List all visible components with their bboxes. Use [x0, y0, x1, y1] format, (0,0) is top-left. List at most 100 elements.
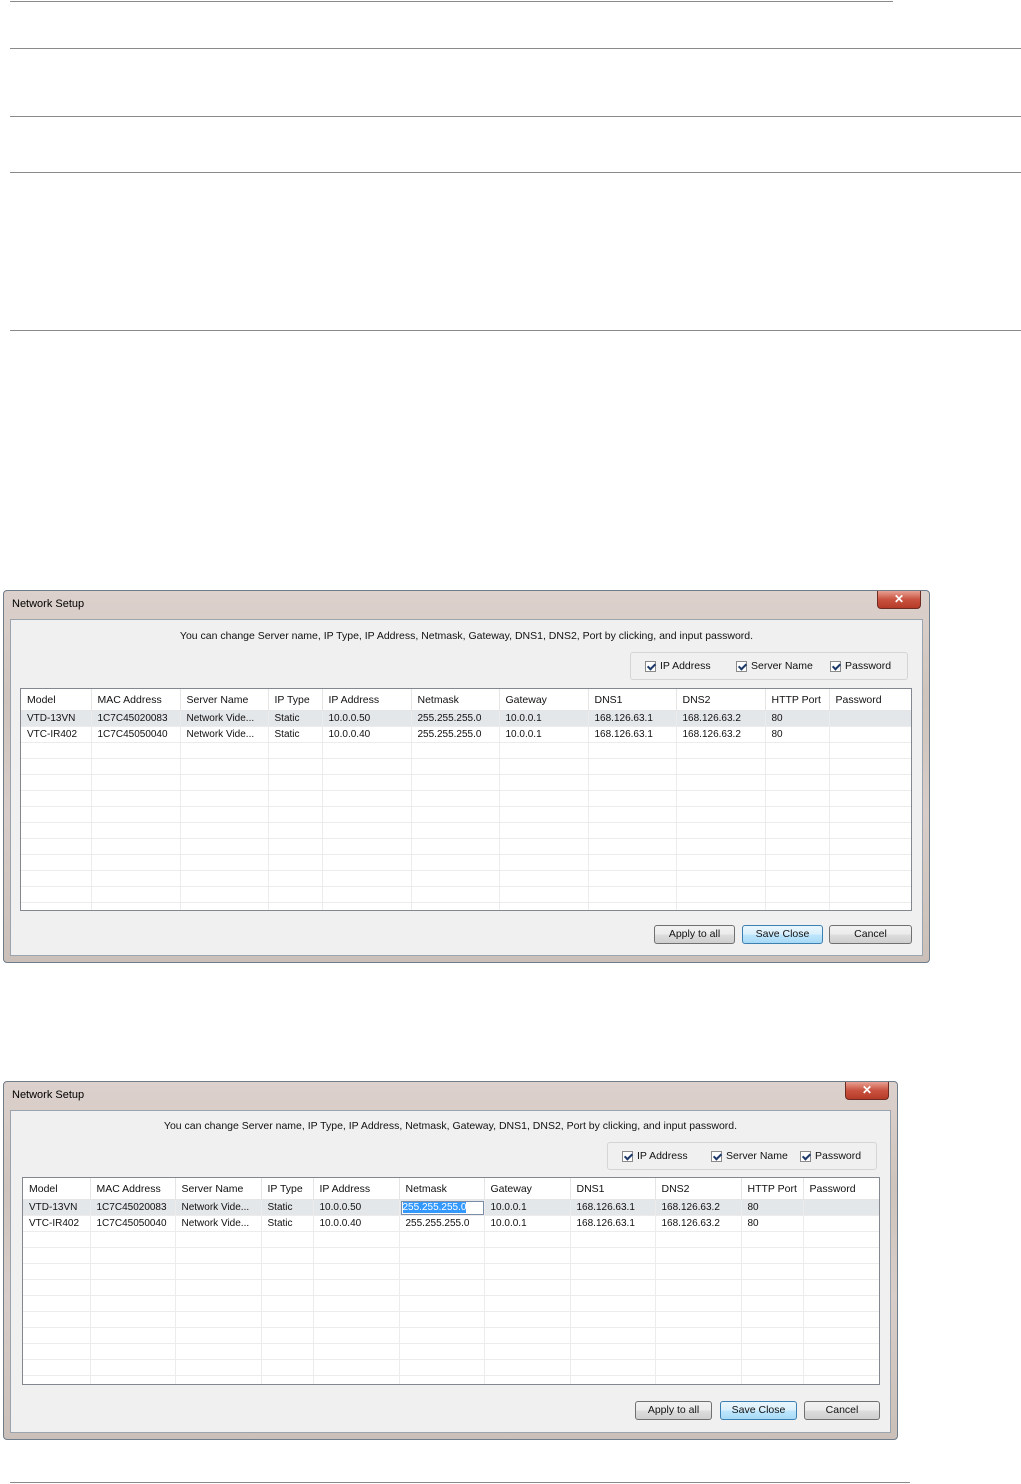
empty-cell: [90, 1247, 176, 1264]
cell-mac[interactable]: 1C7C45050040: [90, 1215, 176, 1232]
col-password[interactable]: Password: [803, 1178, 879, 1200]
cell-ip-type[interactable]: Static: [261, 1199, 314, 1216]
checkbox-password[interactable]: [800, 1150, 811, 1162]
cell-ip-address[interactable]: 10.0.0.50: [313, 1199, 400, 1216]
option-ip-address[interactable]: IP Address: [645, 660, 711, 672]
empty-cell: [411, 902, 500, 910]
cell-gateway[interactable]: 10.0.0.1: [499, 726, 589, 743]
cancel-button[interactable]: Cancel: [829, 925, 912, 944]
cell-model[interactable]: VTD-13VN: [21, 710, 92, 727]
cell-http-port[interactable]: 80: [741, 1199, 804, 1216]
col-http-port[interactable]: HTTP Port: [765, 689, 830, 711]
cell-dns1[interactable]: 168.126.63.1: [570, 1199, 656, 1216]
col-dns1[interactable]: DNS1: [570, 1178, 656, 1200]
option-server-name[interactable]: Server Name: [711, 1150, 788, 1162]
col-dns2[interactable]: DNS2: [676, 689, 766, 711]
col-http-port[interactable]: HTTP Port: [741, 1178, 804, 1200]
cell-ip-address[interactable]: 10.0.0.40: [322, 726, 412, 743]
cell-mac[interactable]: 1C7C45020083: [90, 1199, 176, 1216]
cell-gateway[interactable]: 10.0.0.1: [484, 1215, 571, 1232]
table-row[interactable]: VTC-IR402 1C7C45050040 Network Vide... S…: [21, 726, 911, 743]
cell-server-name[interactable]: Network Vide...: [175, 1215, 262, 1232]
cell-dns2[interactable]: 168.126.63.2: [676, 710, 766, 727]
cell-netmask[interactable]: 255.255.255.0: [399, 1215, 485, 1232]
cell-netmask[interactable]: 255.255.255.0: [411, 710, 500, 727]
cell-http-port[interactable]: 80: [765, 726, 830, 743]
cell-password[interactable]: [803, 1199, 879, 1216]
col-server-name[interactable]: Server Name: [175, 1178, 262, 1200]
checkbox-server-name[interactable]: [711, 1150, 722, 1162]
cell-dns2[interactable]: 168.126.63.2: [676, 726, 766, 743]
col-dns1[interactable]: DNS1: [588, 689, 677, 711]
col-ip-type[interactable]: IP Type: [261, 1178, 314, 1200]
cell-gateway[interactable]: 10.0.0.1: [484, 1199, 571, 1216]
col-gateway[interactable]: Gateway: [484, 1178, 571, 1200]
instruction-text: You can change Server name, IP Type, IP …: [163, 1120, 738, 1132]
checkbox-ip-address[interactable]: [622, 1150, 633, 1162]
col-ip-type[interactable]: IP Type: [268, 689, 323, 711]
cell-ip-type[interactable]: Static: [268, 710, 323, 727]
cell-password[interactable]: [829, 726, 911, 743]
empty-cell: [588, 838, 677, 855]
col-password[interactable]: Password: [829, 689, 911, 711]
col-model[interactable]: Model: [21, 689, 92, 711]
option-ip-address[interactable]: IP Address: [622, 1150, 688, 1162]
checkbox-password[interactable]: [830, 660, 841, 672]
cell-http-port[interactable]: 80: [741, 1215, 804, 1232]
table-row[interactable]: VTD-13VN 1C7C45020083 Network Vide... St…: [21, 710, 911, 727]
col-server-name[interactable]: Server Name: [180, 689, 269, 711]
col-model[interactable]: Model: [23, 1178, 91, 1200]
col-ip-address[interactable]: IP Address: [322, 689, 412, 711]
save-close-button[interactable]: Save Close: [742, 925, 823, 944]
cell-server-name[interactable]: Network Vide...: [180, 710, 269, 727]
cell-model[interactable]: VTC-IR402: [23, 1215, 91, 1232]
cell-mac[interactable]: 1C7C45020083: [91, 710, 181, 727]
close-button[interactable]: ✕: [845, 1082, 889, 1100]
col-netmask[interactable]: Netmask: [411, 689, 500, 711]
netmask-edit-input[interactable]: 255.255.255.0: [400, 1200, 483, 1215]
cell-dns1[interactable]: 168.126.63.1: [588, 726, 677, 743]
cell-model[interactable]: VTC-IR402: [21, 726, 92, 743]
col-mac-address[interactable]: MAC Address: [90, 1178, 176, 1200]
close-button[interactable]: ✕: [877, 591, 921, 609]
table-row[interactable]: VTD-13VN 1C7C45020083 Network Vide... St…: [23, 1199, 879, 1216]
col-gateway[interactable]: Gateway: [499, 689, 589, 711]
empty-cell: [175, 1327, 262, 1344]
col-mac-address[interactable]: MAC Address: [91, 689, 181, 711]
cell-dns2[interactable]: 168.126.63.2: [655, 1215, 742, 1232]
cell-server-name[interactable]: Network Vide...: [180, 726, 269, 743]
empty-cell: [588, 902, 677, 910]
cancel-button[interactable]: Cancel: [804, 1401, 880, 1420]
empty-cell: [499, 822, 589, 839]
checkbox-ip-address[interactable]: [645, 660, 656, 672]
cell-gateway[interactable]: 10.0.0.1: [499, 710, 589, 727]
checkbox-server-name[interactable]: [736, 660, 747, 672]
cell-dns2[interactable]: 168.126.63.2: [655, 1199, 742, 1216]
cell-ip-address[interactable]: 10.0.0.50: [322, 710, 412, 727]
cell-mac[interactable]: 1C7C45050040: [91, 726, 181, 743]
cell-dns1[interactable]: 168.126.63.1: [588, 710, 677, 727]
apply-to-all-button[interactable]: Apply to all: [635, 1401, 712, 1420]
cell-http-port[interactable]: 80: [765, 710, 830, 727]
table-row[interactable]: VTC-IR402 1C7C45050040 Network Vide... S…: [23, 1215, 879, 1232]
save-close-button[interactable]: Save Close: [720, 1401, 797, 1420]
col-dns2[interactable]: DNS2: [655, 1178, 742, 1200]
cell-netmask[interactable]: 255.255.255.0: [411, 726, 500, 743]
cell-netmask-editing[interactable]: 255.255.255.0: [399, 1199, 485, 1216]
cell-password[interactable]: [803, 1215, 879, 1232]
cell-ip-type[interactable]: Static: [268, 726, 323, 743]
empty-cell: [313, 1343, 400, 1360]
cell-dns1[interactable]: 168.126.63.1: [570, 1215, 656, 1232]
col-netmask[interactable]: Netmask: [399, 1178, 485, 1200]
empty-cell: [399, 1263, 485, 1280]
col-ip-address[interactable]: IP Address: [313, 1178, 400, 1200]
cell-model[interactable]: VTD-13VN: [23, 1199, 91, 1216]
apply-to-all-button[interactable]: Apply to all: [654, 925, 735, 944]
cell-ip-address[interactable]: 10.0.0.40: [313, 1215, 400, 1232]
cell-ip-type[interactable]: Static: [261, 1215, 314, 1232]
option-password[interactable]: Password: [830, 660, 891, 672]
option-password[interactable]: Password: [800, 1150, 861, 1162]
cell-server-name[interactable]: Network Vide...: [175, 1199, 262, 1216]
cell-password[interactable]: [829, 710, 911, 727]
option-server-name[interactable]: Server Name: [736, 660, 813, 672]
